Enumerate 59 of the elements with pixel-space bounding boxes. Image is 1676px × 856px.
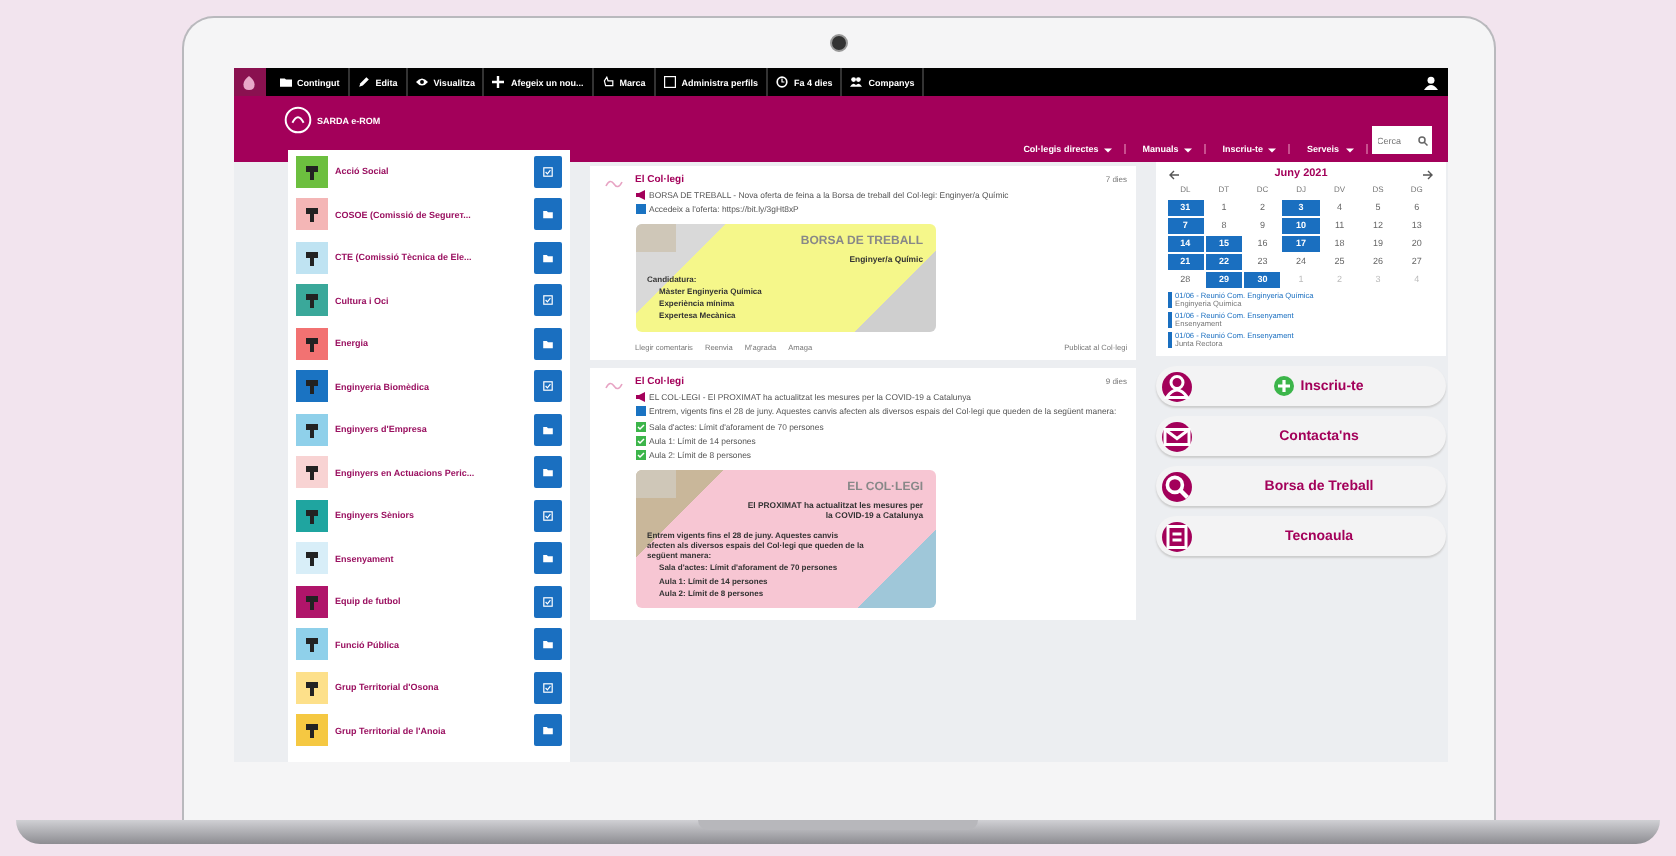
caret-icon: [1345, 145, 1353, 153]
plus-icon: [492, 76, 505, 88]
pencil-icon: [357, 76, 370, 88]
search-icon: [1417, 135, 1427, 145]
checkbox-icon: [541, 595, 554, 608]
eye-icon: [415, 76, 428, 88]
shield-drawing: [242, 73, 256, 91]
group-action-button[interactable]: [533, 370, 562, 403]
envelope-icon: [1161, 421, 1192, 451]
group-action-button[interactable]: [533, 714, 562, 747]
group-action-button[interactable]: [533, 155, 562, 188]
folder-icon: [541, 552, 554, 565]
caret-icon: [1268, 145, 1277, 153]
group-action-button[interactable]: [533, 413, 562, 446]
folder-icon: [541, 251, 554, 264]
people-icon: [850, 76, 863, 88]
camera-icon: [829, 34, 847, 52]
checkbox-icon: [541, 165, 554, 178]
group-action-button[interactable]: [533, 542, 562, 575]
megaphone-icon: [635, 190, 646, 200]
caret-icon: [1184, 145, 1193, 153]
hand-icon: [601, 76, 614, 88]
folder-icon: [279, 76, 291, 88]
checkbox-icon: [541, 681, 554, 694]
document-icon: [1161, 521, 1192, 551]
arrow-right-icon: [1422, 169, 1435, 179]
checkbox-icon: [541, 509, 554, 522]
check-icon: [635, 450, 646, 461]
folder-icon: [541, 724, 554, 737]
photo-placeholder: [635, 469, 676, 498]
group-action-button[interactable]: [533, 456, 562, 489]
group-action-button[interactable]: [533, 499, 562, 532]
group-action-button[interactable]: [533, 241, 562, 274]
next-month-button[interactable]: [1422, 169, 1435, 179]
group-action-button[interactable]: [533, 198, 562, 231]
group-action-button[interactable]: [533, 284, 562, 317]
group-action-button[interactable]: [533, 327, 562, 360]
folder-icon: [541, 423, 554, 436]
checkbox-icon: [541, 294, 554, 307]
people-icon: [1161, 371, 1192, 401]
group-action-button[interactable]: [533, 628, 562, 661]
user-icon: [1423, 75, 1437, 89]
megaphone-icon: [635, 391, 646, 402]
folder-icon: [541, 208, 554, 221]
clock-icon: [776, 76, 788, 88]
window-icon: [663, 76, 676, 88]
caret-icon: [1104, 145, 1113, 153]
photo-placeholder: [635, 223, 676, 252]
group-action-button[interactable]: [533, 585, 562, 618]
folder-icon: [541, 638, 554, 651]
folder-icon: [541, 337, 554, 350]
arrow-left-icon: [1167, 169, 1180, 179]
previous-month-button[interactable]: [1167, 169, 1180, 179]
folder-icon: [541, 466, 554, 479]
check-icon: [635, 421, 646, 432]
check-icon: [635, 436, 646, 447]
search-icon: [1161, 471, 1192, 501]
checkbox-icon: [541, 380, 554, 393]
group-action-button[interactable]: [533, 671, 562, 704]
